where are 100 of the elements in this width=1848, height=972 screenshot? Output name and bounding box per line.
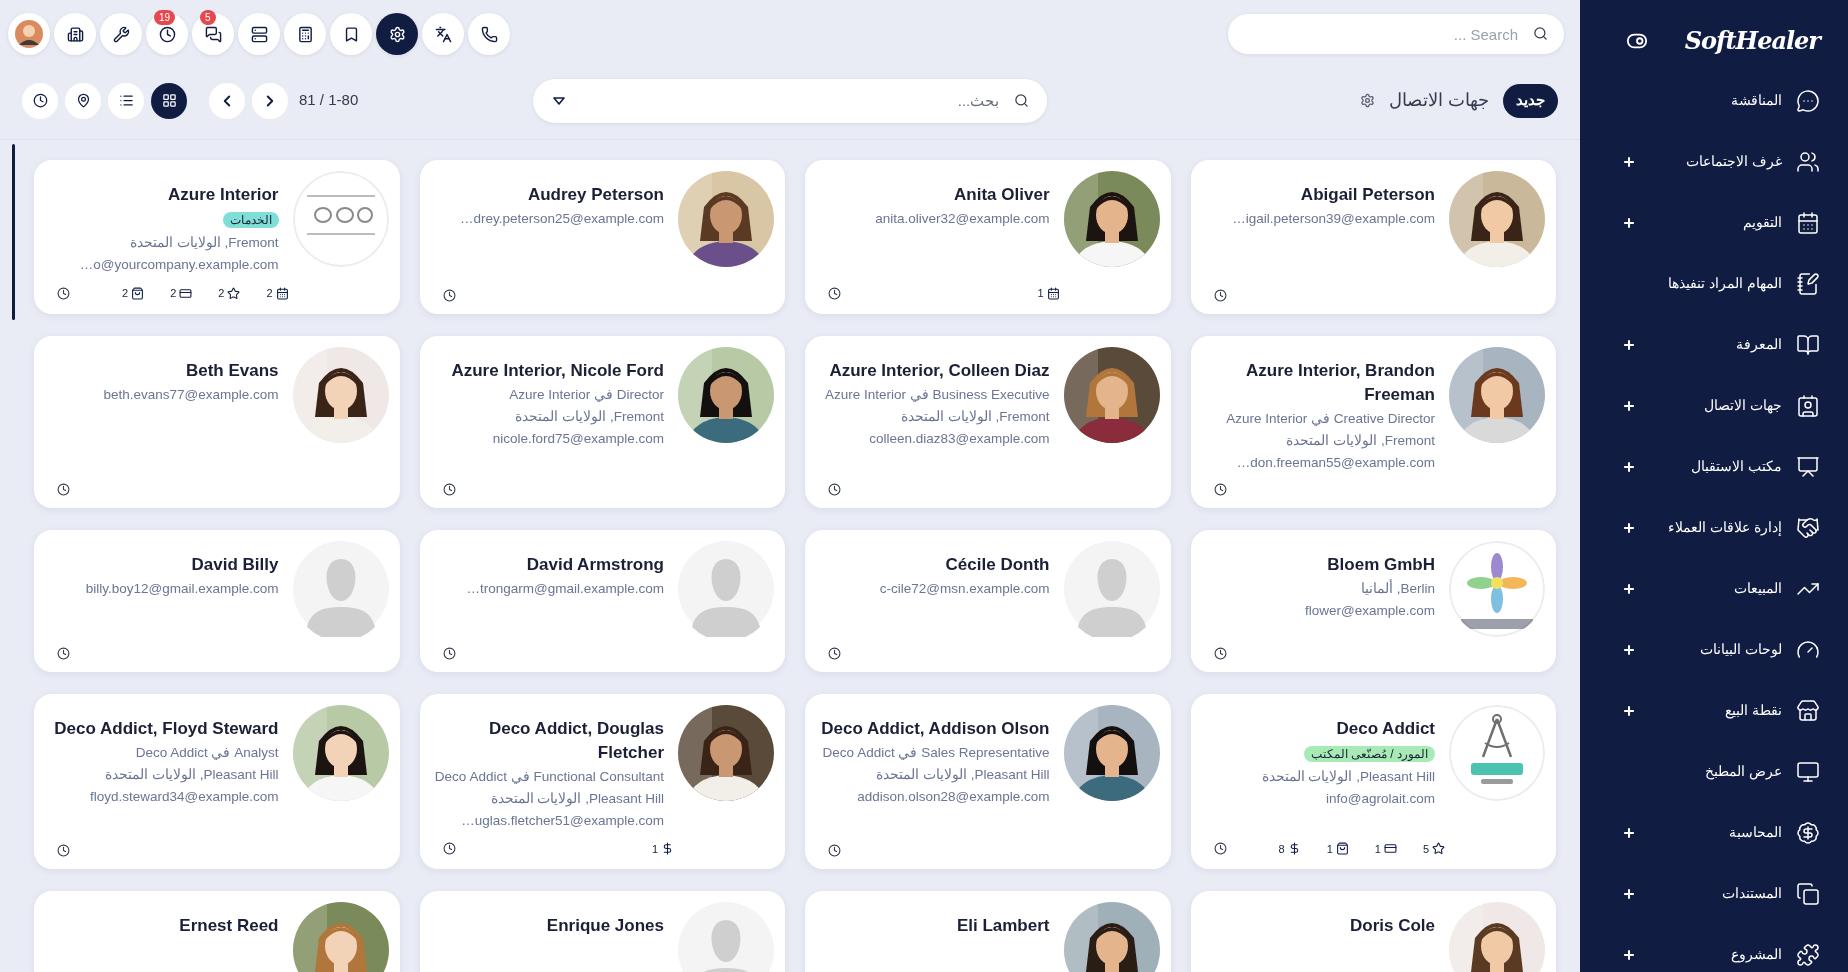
systray-button[interactable] xyxy=(422,13,464,55)
caret-icon[interactable] xyxy=(553,96,566,105)
activity-clock-icon[interactable] xyxy=(442,288,456,302)
activity-clock-icon[interactable] xyxy=(57,286,70,300)
email-text: …igail.peterson39@example.com xyxy=(1231,210,1435,228)
contact-name: Anita Oliver xyxy=(953,184,1050,206)
systray-button[interactable] xyxy=(100,13,142,55)
view-switch-button[interactable] xyxy=(22,82,58,119)
card-icon[interactable] xyxy=(1383,842,1397,856)
sidebar-menu-item[interactable]: جهات الاتصال xyxy=(1580,375,1848,436)
view-switch-button[interactable] xyxy=(65,82,101,119)
activity-clock-icon[interactable] xyxy=(828,646,841,660)
plus-icon[interactable] xyxy=(1622,459,1636,474)
counter-value: 1 xyxy=(1037,286,1044,301)
sidebar-menu-item[interactable]: غرف الاجتماعات xyxy=(1580,131,1848,192)
job-title-text: Creative Director في Azure Interior xyxy=(1225,409,1435,428)
systray-button[interactable] xyxy=(376,13,418,55)
scrollbar-thumb[interactable] xyxy=(12,144,15,320)
contact-card[interactable]: David Armstrong …trongarm@gmail.example.com xyxy=(419,529,785,672)
settings-icon[interactable] xyxy=(1360,93,1375,108)
star-icon[interactable] xyxy=(1432,842,1445,856)
activity-clock-icon[interactable] xyxy=(1213,288,1227,302)
sidebar-menu-item[interactable]: المهام المراد تنفيذها xyxy=(1580,253,1848,314)
sidebar-menu-item[interactable]: المناقشة xyxy=(1580,70,1848,131)
contact-card[interactable]: Enrique Jones xyxy=(419,891,785,972)
activity-clock-icon[interactable] xyxy=(1213,482,1227,496)
email-text: colleen.diaz83@example.com xyxy=(868,429,1050,448)
card-icon[interactable] xyxy=(179,286,193,300)
systray-button[interactable] xyxy=(468,13,510,55)
systray-button[interactable]: 5 xyxy=(192,13,234,55)
plus-icon[interactable] xyxy=(1622,947,1636,962)
sidebar-menu-item[interactable]: التقويم xyxy=(1580,192,1848,253)
sidebar-menu-item[interactable]: المعرفة xyxy=(1580,314,1848,375)
search-field[interactable]: بحث... xyxy=(533,78,1048,123)
activity-clock-icon[interactable] xyxy=(1213,646,1227,660)
contact-card[interactable]: Beth Evans beth.evans77@example.com xyxy=(34,335,400,508)
plus-icon[interactable] xyxy=(1622,398,1636,413)
systray-button[interactable] xyxy=(8,13,50,55)
activity-clock-icon[interactable] xyxy=(57,844,70,857)
email-text: addison.olson28@example.com xyxy=(856,787,1050,806)
plus-icon[interactable] xyxy=(1622,154,1636,169)
menu-label: المناقشة xyxy=(1731,91,1782,110)
calendar-icon[interactable] xyxy=(275,286,289,300)
view-switch-button[interactable] xyxy=(151,82,187,119)
activity-clock-icon[interactable] xyxy=(1213,842,1227,856)
grid-icon xyxy=(161,93,177,108)
search-field[interactable]: Search ... xyxy=(1228,14,1564,54)
sidebar-menu-item[interactable]: المحاسبة xyxy=(1580,802,1848,863)
activity-clock-icon[interactable] xyxy=(828,286,841,300)
contact-card[interactable]: David Billy billy.boy12@gmail.example.com xyxy=(34,529,400,672)
bag-icon[interactable] xyxy=(131,286,145,300)
plus-icon[interactable] xyxy=(1622,337,1636,352)
plus-icon[interactable] xyxy=(1622,642,1636,657)
activity-clock-icon[interactable] xyxy=(57,482,70,496)
address-text: Pleasant Hill, الولايات المتحدة xyxy=(1260,767,1435,787)
contact-card[interactable]: Ernest Reed xyxy=(34,891,400,972)
systray-button[interactable] xyxy=(54,13,96,55)
view-switch-button[interactable] xyxy=(108,82,144,119)
plus-icon[interactable] xyxy=(1622,825,1636,840)
search-icon[interactable] xyxy=(1533,26,1548,41)
sidebar-menu-item[interactable]: مكتب الاستقبال xyxy=(1580,436,1848,497)
notification-badge: 5 xyxy=(200,10,216,25)
search-icon[interactable] xyxy=(1014,92,1030,108)
new-button[interactable]: جديد xyxy=(1503,83,1558,118)
contact-card[interactable]: Doris Cole xyxy=(1190,891,1556,972)
activity-clock-icon[interactable] xyxy=(442,646,456,660)
calendar-icon[interactable] xyxy=(1046,286,1060,300)
plus-icon[interactable] xyxy=(1622,520,1636,535)
activity-clock-icon[interactable] xyxy=(828,482,841,496)
sidebar-menu-item[interactable]: المشروع xyxy=(1580,924,1848,972)
contact-card[interactable]: Anita Oliver anita.oliver32@example.com 1 xyxy=(805,160,1171,314)
contact-card[interactable]: Cécile Donth c-cile72@msn.example.com xyxy=(805,529,1171,672)
sidebar-menu-item[interactable]: إدارة علاقات العملاء xyxy=(1580,497,1848,558)
systray-button[interactable]: 19 xyxy=(146,13,188,55)
bag-icon[interactable] xyxy=(1335,842,1349,856)
activity-clock-icon[interactable] xyxy=(442,482,456,496)
systray-button[interactable] xyxy=(284,13,326,55)
star-icon[interactable] xyxy=(227,286,241,300)
contact-card[interactable]: Eli Lambert xyxy=(805,891,1171,972)
dollar-icon[interactable] xyxy=(661,842,674,856)
next-page-button[interactable] xyxy=(252,82,288,119)
contact-card[interactable]: Abigail Peterson …igail.peterson39@example.com xyxy=(1190,160,1556,314)
previous-page-button[interactable] xyxy=(209,82,245,119)
contact-card[interactable]: Audrey Peterson …drey.peterson25@example.com xyxy=(419,160,785,314)
systray-button[interactable] xyxy=(330,13,372,55)
contact-name: Azure Interior xyxy=(166,184,279,206)
job-title-text: Analyst في Deco Addict xyxy=(134,743,279,762)
sidebar-menu-item[interactable]: عرض المطبخ xyxy=(1580,741,1848,802)
activity-clock-icon[interactable] xyxy=(57,646,70,660)
plus-icon[interactable] xyxy=(1622,215,1636,230)
sidebar-menu-item[interactable]: لوحات البيانات xyxy=(1580,619,1848,680)
plus-icon[interactable] xyxy=(1622,581,1636,596)
plus-icon[interactable] xyxy=(1622,886,1636,901)
sidebar-menu-item[interactable]: المبيعات xyxy=(1580,558,1848,619)
sidebar-menu-item[interactable]: المستندات xyxy=(1580,863,1848,924)
activity-clock-icon[interactable] xyxy=(442,842,456,856)
activity-clock-icon[interactable] xyxy=(828,844,841,857)
sidebar-menu-item[interactable]: نقطة البيع xyxy=(1580,680,1848,741)
systray-button[interactable] xyxy=(238,13,280,55)
plus-icon[interactable] xyxy=(1622,703,1636,718)
